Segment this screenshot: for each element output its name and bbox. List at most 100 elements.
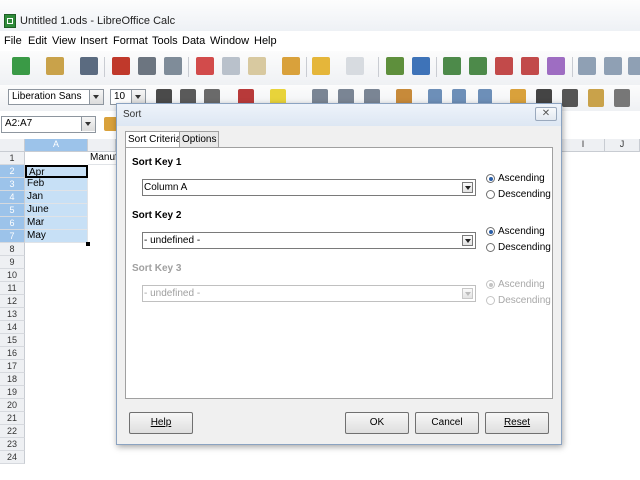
clone-formatting-icon[interactable] [282,57,300,75]
font-name-box[interactable]: Liberation Sans [8,89,104,105]
sort-key-1-label: Sort Key 1 [132,157,182,168]
toolbar-separator [188,57,189,77]
row-header[interactable]: 13 [0,308,25,321]
select-all-corner[interactable] [0,139,25,152]
sort-key-2-descending-radio[interactable] [486,243,495,252]
cancel-button[interactable]: Cancel [415,412,479,434]
sort-key-2-ascending-radio[interactable] [486,227,495,236]
row-header[interactable]: 9 [0,256,25,269]
row-header[interactable]: 10 [0,269,25,282]
delete-row-icon[interactable] [495,57,513,75]
menu-view[interactable]: View [52,35,76,47]
row-header[interactable]: 22 [0,425,25,438]
dialog-title-bar: Sort ✕ [117,104,561,126]
tab-options[interactable]: Options [179,131,220,147]
print-icon[interactable] [138,57,156,75]
sort-key-1-value: Column A [144,182,188,193]
menu-data[interactable]: Data [182,35,205,47]
name-box[interactable]: A2:A7 [1,116,96,133]
tab-sort-criteria[interactable]: Sort Criteria [125,131,185,148]
menu-bar: File Edit View Insert Format Tools Data … [0,31,640,51]
menu-insert[interactable]: Insert [80,35,108,47]
number-format-icon[interactable] [562,89,578,107]
chevron-down-icon[interactable] [131,90,145,104]
add-decimal-icon[interactable] [614,89,630,107]
chevron-down-icon[interactable] [462,235,473,246]
cell-a2[interactable]: Apr [25,165,88,178]
cell-a3[interactable]: Feb [25,178,88,191]
title-bar: Untitled 1.ods - LibreOffice Calc [0,0,640,31]
sort-key-2-descending-label: Descending [498,242,551,253]
menu-format[interactable]: Format [113,35,148,47]
sort-key-1-dropdown[interactable]: Column A [142,179,476,196]
chevron-down-icon[interactable] [89,90,103,104]
save-icon[interactable] [80,57,98,75]
cut-icon[interactable] [196,57,214,75]
sort-descending-icon[interactable] [628,57,640,75]
chevron-down-icon[interactable] [462,182,473,193]
column-header-i[interactable]: I [562,139,605,152]
close-icon[interactable]: ✕ [535,107,557,121]
row-header[interactable]: 21 [0,412,25,425]
open-folder-icon[interactable] [46,57,64,75]
row-header[interactable]: 15 [0,334,25,347]
cell-a5[interactable]: June [25,204,88,217]
sort-key-1-descending-radio[interactable] [486,190,495,199]
row-header[interactable]: 5 [0,204,25,217]
date-format-icon[interactable] [588,89,604,107]
row-header[interactable]: 24 [0,451,25,464]
font-name-value: Liberation Sans [12,91,82,102]
sort-key-1-ascending-radio[interactable] [486,174,495,183]
sort-icon[interactable] [578,57,596,75]
row-header[interactable]: 7 [0,230,25,243]
column-header-b[interactable] [88,139,116,152]
column-header-a[interactable]: A [25,139,88,152]
find-replace-icon[interactable] [412,57,430,75]
column-header-j[interactable]: J [605,139,640,152]
new-document-icon[interactable] [12,57,30,75]
ok-button[interactable]: OK [345,412,409,434]
spellcheck-icon[interactable] [386,57,404,75]
row-header[interactable]: 8 [0,243,25,256]
row-header[interactable]: 11 [0,282,25,295]
cell-a6[interactable]: Mar [25,217,88,230]
row-header[interactable]: 3 [0,178,25,191]
print-preview-icon[interactable] [164,57,182,75]
merge-cells-icon[interactable] [547,57,565,75]
reset-button[interactable]: Reset [485,412,549,434]
help-button-label: Help [150,417,172,428]
sort-key-2-dropdown[interactable]: - undefined - [142,232,476,249]
chevron-down-icon[interactable] [81,117,95,131]
export-pdf-icon[interactable] [112,57,130,75]
row-header[interactable]: 17 [0,360,25,373]
menu-help[interactable]: Help [254,35,277,47]
menu-edit[interactable]: Edit [28,35,47,47]
row-header[interactable]: 19 [0,386,25,399]
row-header[interactable]: 14 [0,321,25,334]
row-header[interactable]: 4 [0,191,25,204]
row-header[interactable]: 18 [0,373,25,386]
row-header[interactable]: 6 [0,217,25,230]
sort-key-3-descending-radio [486,296,495,305]
row-icon[interactable] [443,57,461,75]
menu-tools[interactable]: Tools [152,35,178,47]
sort-ascending-icon[interactable] [604,57,622,75]
undo-icon[interactable] [312,57,330,75]
row-header[interactable]: 23 [0,438,25,451]
menu-window[interactable]: Window [210,35,249,47]
row-header[interactable]: 16 [0,347,25,360]
cell-a4[interactable]: Jan [25,191,88,204]
help-button[interactable]: Help [129,412,193,434]
copy-icon[interactable] [222,57,240,75]
delete-column-icon[interactable] [521,57,539,75]
redo-icon[interactable] [346,57,364,75]
paste-icon[interactable] [248,57,266,75]
row-header[interactable]: 20 [0,399,25,412]
row-header[interactable]: 12 [0,295,25,308]
fill-handle[interactable] [86,242,90,246]
cell-a7[interactable]: May [25,230,88,243]
row-header[interactable]: 2 [0,165,25,178]
menu-file[interactable]: File [4,35,22,47]
row-header[interactable]: 1 [0,152,25,165]
column-icon[interactable] [469,57,487,75]
